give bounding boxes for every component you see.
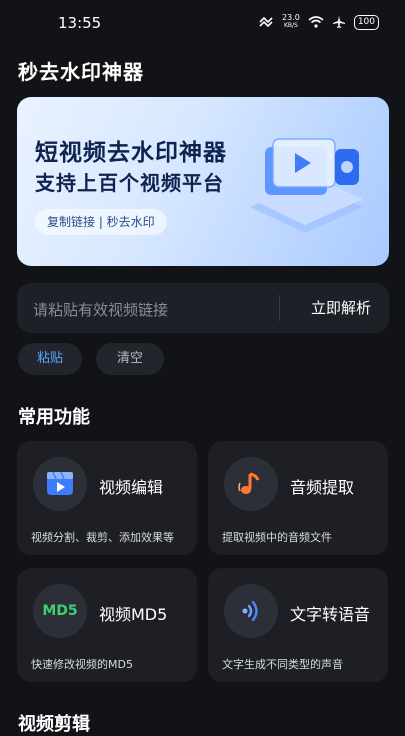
page-title: 秒去水印神器 bbox=[18, 60, 144, 84]
link-input-bar: 请粘贴有效视频链接 立即解析 bbox=[17, 283, 389, 333]
banner-pill: 复制链接 | 秒去水印 bbox=[35, 209, 167, 235]
feature-desc: 快速修改视频的MD5 bbox=[31, 658, 133, 671]
feature-card-text-to-speech[interactable]: 文字转语音 文字生成不同类型的声音 bbox=[208, 568, 388, 682]
feature-title: 音频提取 bbox=[290, 478, 355, 497]
status-icons: 23.0 KB/S 100 bbox=[258, 14, 379, 30]
feature-card-audio-extract[interactable]: 音频提取 提取视频中的音频文件 bbox=[208, 441, 388, 555]
net-speed: 23.0 KB/S bbox=[282, 13, 300, 30]
video-edit-icon bbox=[33, 457, 87, 511]
battery-icon: 100 bbox=[353, 14, 379, 30]
divider bbox=[279, 295, 280, 321]
status-time: 13:55 bbox=[58, 14, 102, 32]
feature-card-video-md5[interactable]: MD5 视频MD5 快速修改视频的MD5 bbox=[17, 568, 197, 682]
music-note-icon bbox=[224, 457, 278, 511]
promo-banner[interactable]: 短视频去水印神器 支持上百个视频平台 复制链接 | 秒去水印 bbox=[17, 97, 389, 266]
feature-title: 文字转语音 bbox=[290, 605, 371, 624]
feature-desc: 视频分割、裁剪、添加效果等 bbox=[31, 531, 174, 544]
airplane-icon bbox=[332, 16, 345, 28]
video-camera-illustration bbox=[250, 138, 363, 233]
nfc-icon bbox=[259, 16, 273, 28]
feature-desc: 文字生成不同类型的声音 bbox=[222, 658, 343, 671]
paste-button[interactable]: 粘贴 bbox=[18, 343, 82, 375]
section-title-video-clip: 视频剪辑 bbox=[18, 714, 90, 735]
wifi-icon bbox=[308, 16, 324, 28]
feature-card-video-edit[interactable]: 视频编辑 视频分割、裁剪、添加效果等 bbox=[17, 441, 197, 555]
section-title: 常用功能 bbox=[18, 407, 90, 428]
clear-button[interactable]: 清空 bbox=[96, 343, 164, 375]
feature-title: 视频MD5 bbox=[99, 605, 168, 624]
link-input[interactable]: 请粘贴有效视频链接 bbox=[33, 299, 168, 320]
md5-icon: MD5 bbox=[33, 584, 87, 638]
parse-button[interactable]: 立即解析 bbox=[293, 283, 389, 333]
feature-title: 视频编辑 bbox=[99, 478, 164, 497]
sound-wave-icon bbox=[224, 584, 278, 638]
feature-desc: 提取视频中的音频文件 bbox=[222, 531, 332, 544]
banner-subline: 支持上百个视频平台 bbox=[35, 171, 224, 195]
md5-icon-text: MD5 bbox=[42, 603, 78, 619]
status-bar: 13:55 23.0 KB/S 100 bbox=[0, 0, 405, 48]
banner-headline: 短视频去水印神器 bbox=[35, 140, 227, 166]
